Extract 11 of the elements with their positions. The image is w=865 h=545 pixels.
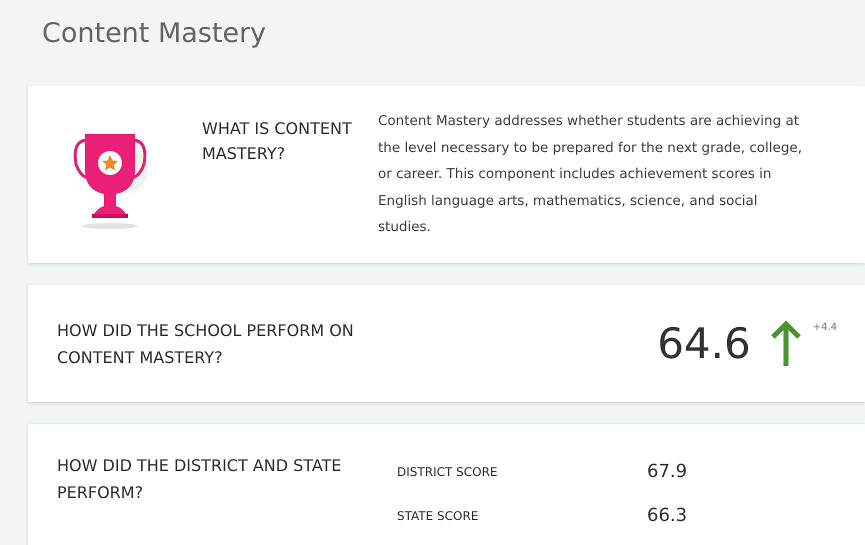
score-value: 67.9 <box>647 460 688 484</box>
section-heading: HOW DID THE SCHOOL PERFORM ON CONTENT MASTERY? <box>57 320 355 368</box>
section-heading: WHAT IS CONTENT MASTERY? <box>202 118 353 165</box>
score-label: DISTRICT SCORE <box>397 464 498 480</box>
school-score: 64.6 <box>657 318 751 370</box>
score-change: +4.4 <box>812 321 837 335</box>
score-label: STATE SCORE <box>397 508 480 524</box>
score-value: 66.3 <box>647 504 688 528</box>
description-text: Content Mastery addresses whether students are achieving at the level necessary to be prepared for the next grade, college, or career. This component includes achievement scores in English language arts, mathematics, science, and social studies. <box>378 112 804 238</box>
section-heading: HOW DID THE DISTRICT AND STATE PERFORM? <box>57 455 342 504</box>
page-title: Content Mastery <box>41 17 268 51</box>
